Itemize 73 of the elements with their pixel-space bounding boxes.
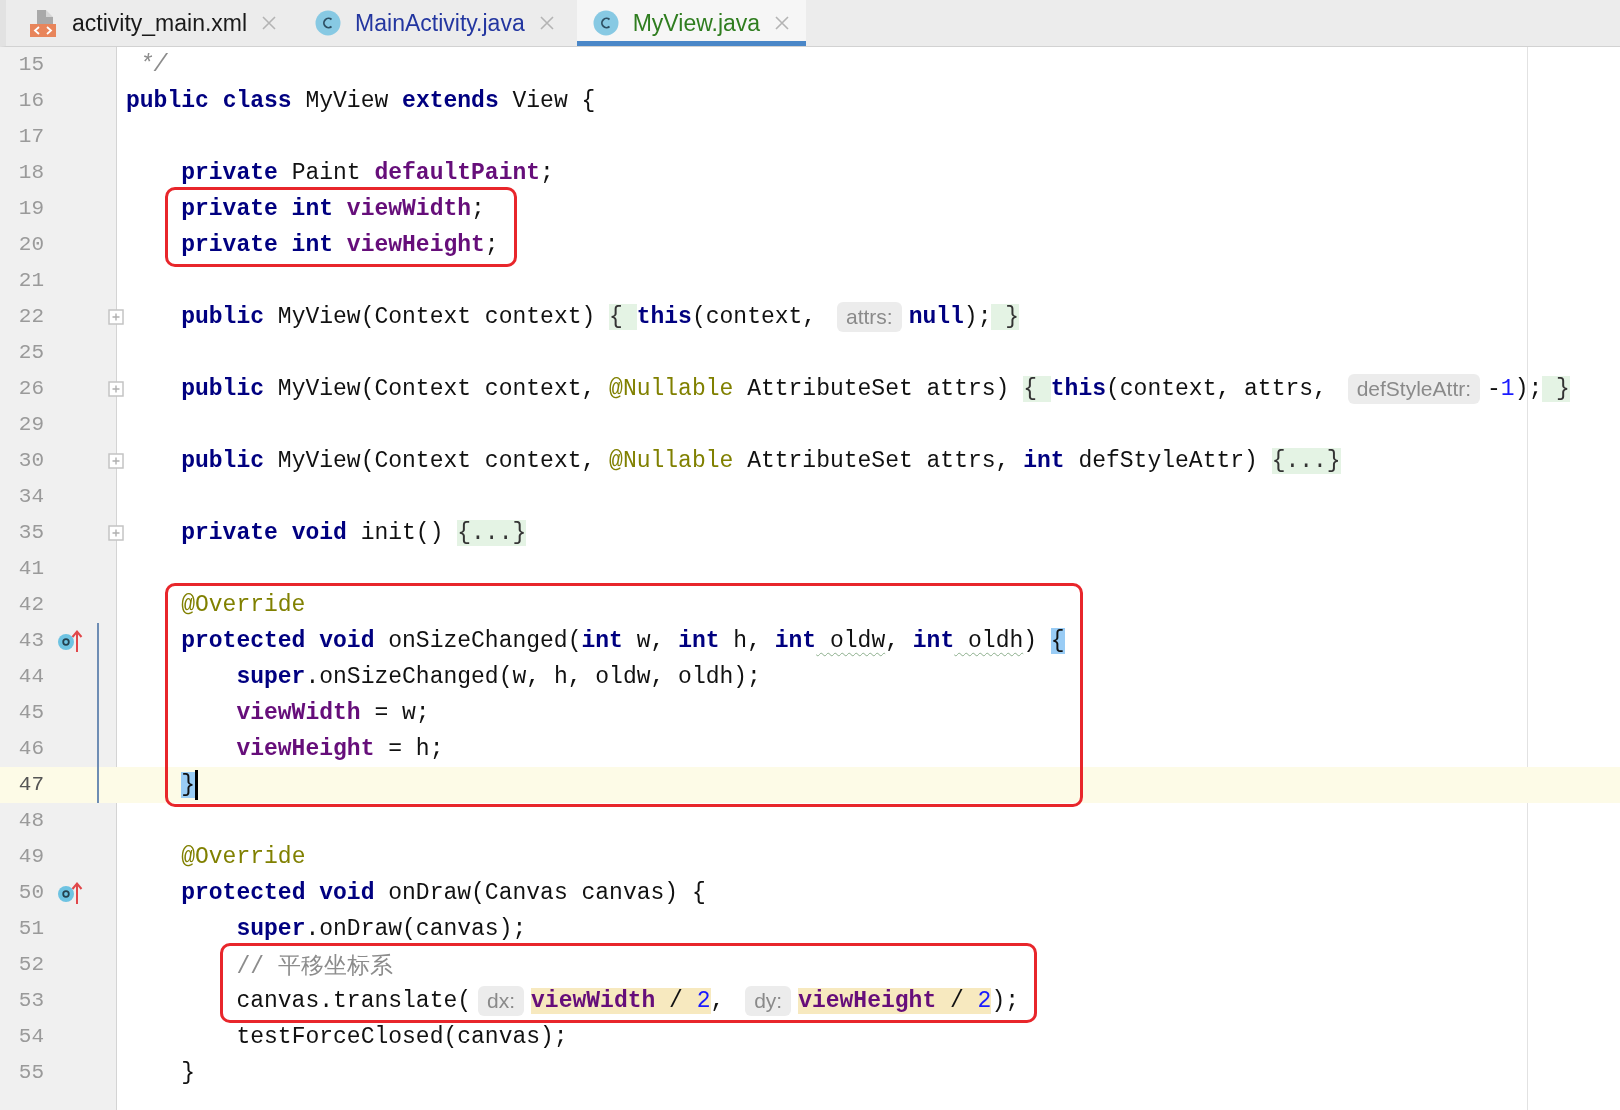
method-marker-icon[interactable]	[57, 629, 83, 653]
line-number: 15	[17, 52, 44, 78]
editor-tab[interactable]: MainActivity.java	[299, 0, 571, 46]
line-number: 22	[17, 304, 44, 330]
line-number: 53	[17, 988, 44, 1014]
class-icon	[592, 10, 619, 36]
inlay-hint: dy:	[745, 986, 792, 1016]
line-number: 47	[17, 772, 44, 798]
code-text: null); }	[908, 304, 1020, 330]
line-number: 48	[17, 808, 44, 834]
code-text: protected void onSizeChanged(int w, int h, int oldw, int oldh) {	[181, 628, 1065, 654]
code-text: @Override	[181, 592, 306, 618]
text-cursor	[195, 770, 198, 800]
close-icon[interactable]	[538, 15, 555, 31]
line-number: 46	[17, 736, 44, 762]
code-text: @Override	[180, 844, 306, 870]
line-number: 49	[17, 844, 44, 870]
line-number: 50	[17, 880, 44, 906]
line-number: 17	[17, 124, 44, 150]
line-number: 54	[17, 1024, 44, 1050]
method-marker-icon[interactable]	[57, 881, 83, 905]
line-number: 55	[17, 1060, 44, 1086]
code-text: viewHeight = h;	[235, 736, 444, 762]
inlay-hint: dx:	[478, 986, 525, 1016]
code-text: public MyView(Context context, @Nullable AttributeSet attrs, int defStyleAttr) {...}	[180, 448, 1341, 474]
line-number: 21	[17, 268, 44, 294]
fold-icon[interactable]	[108, 381, 124, 397]
line-number: 45	[17, 700, 44, 726]
code-text: private Paint defaultPaint;	[180, 160, 554, 186]
code-text: public class MyView extends View {	[126, 88, 596, 114]
code-text: private void init() {...}	[180, 520, 527, 546]
fold-icon[interactable]	[108, 525, 124, 541]
code-text: canvas.translate(	[236, 988, 472, 1014]
line-number: 18	[17, 160, 44, 186]
line-number: 51	[17, 916, 44, 942]
editor-tab[interactable]: activity_main.xml	[12, 0, 294, 46]
line-number: 26	[17, 376, 44, 402]
code-text: -1); }	[1487, 376, 1570, 402]
code-text: testForceClosed(canvas);	[235, 1024, 568, 1050]
class-icon	[315, 10, 342, 36]
line-number: 34	[17, 484, 44, 510]
line-number: 16	[17, 88, 44, 114]
line-number: 43	[17, 628, 44, 654]
inlay-hint: attrs:	[836, 302, 902, 332]
close-icon[interactable]	[261, 15, 278, 31]
code-text: */	[138, 52, 168, 78]
line-number: 35	[17, 520, 44, 546]
editor-tab[interactable]: MyView.java	[576, 0, 807, 46]
line-number: 42	[17, 592, 44, 618]
code-text: }	[181, 772, 195, 798]
close-icon[interactable]	[774, 15, 791, 31]
code-text: super.onSizeChanged(w, h, oldw, oldh);	[235, 664, 761, 690]
line-number: 20	[17, 232, 44, 258]
fold-icon[interactable]	[108, 309, 124, 325]
line-number: 19	[17, 196, 44, 222]
code-text: }	[180, 1060, 195, 1086]
code-text: viewWidth = w;	[235, 700, 430, 726]
line-number: 52	[17, 952, 44, 978]
xml-file-icon	[28, 8, 58, 38]
code-text: private int viewHeight;	[181, 232, 499, 258]
line-number: 44	[17, 664, 44, 690]
inlay-hint: defStyleAttr:	[1347, 374, 1481, 404]
line-number: 25	[17, 340, 44, 366]
code-text: protected void onDraw(Canvas canvas) {	[180, 880, 706, 906]
line-number: 30	[17, 448, 44, 474]
code-text: // 平移坐标系	[236, 952, 393, 981]
line-number: 29	[17, 412, 44, 438]
code-text: private int viewWidth;	[181, 196, 485, 222]
fold-icon[interactable]	[108, 453, 124, 469]
code-text: public MyView(Context context, @Nullable AttributeSet attrs) { this(context, attrs,	[180, 376, 1328, 402]
code-text: public MyView(Context context) { this(context,	[180, 304, 818, 330]
code-text: super.onDraw(canvas);	[235, 916, 527, 942]
line-number: 41	[17, 556, 44, 582]
